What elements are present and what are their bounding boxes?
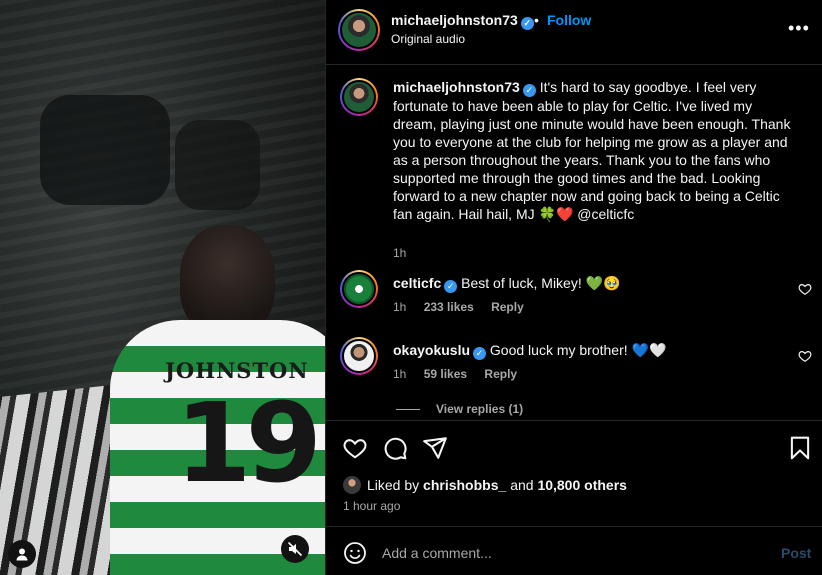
likes-others-link[interactable]: 10,800 others [537, 477, 627, 493]
comment-likes[interactable]: 233 likes [424, 300, 474, 314]
comment-input[interactable] [382, 541, 762, 565]
comment-likes[interactable]: 59 likes [424, 367, 467, 381]
caption-text: It's hard to say goodbye. I feel very fo… [393, 79, 791, 222]
shirt-number: 19 [175, 379, 322, 507]
comment-username[interactable]: celticfc [393, 275, 441, 291]
verified-badge-icon: ✓ [473, 347, 487, 360]
photographer-camera [40, 95, 170, 205]
comment-username[interactable]: okayokuslu [393, 342, 470, 358]
mute-button[interactable] [281, 535, 309, 563]
liker-username[interactable]: chrishobbs_ [423, 477, 506, 493]
save-bookmark-icon[interactable] [787, 435, 813, 461]
comment-avatar[interactable] [340, 270, 378, 308]
caption-avatar[interactable] [340, 78, 378, 116]
muted-speaker-icon [287, 541, 303, 557]
likes-prefix: Liked by [367, 477, 420, 493]
post-comment-button[interactable]: Post [781, 545, 811, 561]
comments-section[interactable]: michaeljohnston73 ✓ It's hard to say good… [326, 66, 822, 419]
reply-button[interactable]: Reply [491, 300, 524, 314]
post-header: michaeljohnston73 ✓ • Follow Original aud… [326, 0, 822, 65]
comment-body: celticfc ✓ Best of luck, Mikey! 💚🥹 [393, 274, 798, 293]
comment-time: 1h [393, 367, 407, 381]
comment-like-heart-icon[interactable] [798, 282, 812, 296]
comment-bubble-icon[interactable] [382, 435, 408, 461]
emoji-smiley-icon[interactable] [343, 541, 367, 565]
comment-time: 1h [393, 300, 407, 314]
separator-dot: • [534, 12, 539, 28]
follow-button[interactable]: Follow [547, 12, 591, 28]
author-username-text[interactable]: michaeljohnston73 [391, 12, 518, 28]
caption-meta: 1h [393, 246, 420, 260]
view-replies-label[interactable]: View replies (1) [436, 402, 523, 416]
comment-body: okayokuslu ✓ Good luck my brother! 💙🤍 [393, 341, 798, 360]
comment-composer: Post [326, 526, 822, 575]
more-options-icon[interactable]: ••• [788, 18, 810, 39]
player-head [180, 225, 275, 335]
author-avatar[interactable] [338, 9, 380, 51]
audio-label[interactable]: Original audio [391, 32, 465, 46]
share-paper-plane-icon[interactable] [422, 435, 448, 461]
liker-avatar[interactable] [343, 476, 361, 494]
caption-username[interactable]: michaeljohnston73 [393, 79, 520, 95]
likes-and: and [510, 477, 534, 493]
post-timestamp[interactable]: 1 hour ago [343, 499, 400, 513]
post-video[interactable]: JOHNSTON 19 [0, 0, 325, 575]
reply-button[interactable]: Reply [484, 367, 517, 381]
user-icon [16, 548, 28, 561]
likes-summary: Liked by chrishobbs_ and 10,800 others [343, 476, 627, 494]
caption-body: michaeljohnston73 ✓ It's hard to say good… [393, 78, 798, 223]
comment-meta: 1h 59 likes Reply [393, 367, 531, 381]
tagged-users-button[interactable] [8, 540, 36, 568]
comment-text: Best of luck, Mikey! 💚🥹 [461, 275, 621, 291]
post-details-panel: michaeljohnston73 ✓ • Follow Original aud… [325, 0, 822, 575]
like-heart-icon[interactable] [342, 435, 368, 461]
comment-meta: 1h 233 likes Reply [393, 300, 538, 314]
comment-text: Good luck my brother! 💙🤍 [489, 342, 667, 358]
verified-badge-icon: ✓ [520, 17, 534, 30]
comment-like-heart-icon[interactable] [798, 349, 812, 363]
photographer-lens [175, 120, 260, 210]
post-actions: Liked by chrishobbs_ and 10,800 others 1… [326, 420, 822, 526]
verified-badge-icon: ✓ [522, 84, 536, 97]
caption-time: 1h [393, 246, 407, 260]
view-replies-button[interactable]: View replies (1) [396, 402, 523, 416]
replies-divider [396, 409, 420, 411]
verified-badge-icon: ✓ [444, 280, 458, 293]
author-username[interactable]: michaeljohnston73 ✓ [391, 12, 534, 30]
comment-avatar[interactable] [340, 337, 378, 375]
